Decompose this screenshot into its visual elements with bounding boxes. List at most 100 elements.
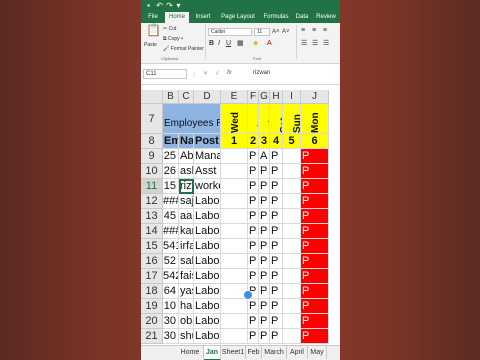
sunday-attendance-cell[interactable]: P: [301, 269, 329, 284]
attendance-cell[interactable]: P: [270, 299, 283, 314]
employee-name-cell[interactable]: aslam: [179, 164, 194, 179]
day-header-cell[interactable]: Fri: [259, 104, 270, 134]
attendance-cell[interactable]: [283, 284, 301, 299]
format-painter-button[interactable]: 🖌 Format Painter: [163, 46, 204, 52]
day-number-cell[interactable]: 4: [270, 134, 283, 149]
employee-post-cell[interactable]: Labour: [194, 269, 221, 284]
tab-insert[interactable]: Insert: [191, 12, 215, 23]
select-all-corner[interactable]: [141, 90, 163, 104]
attendance-cell[interactable]: P: [248, 149, 259, 164]
row-header[interactable]: 12: [141, 194, 163, 209]
attendance-cell[interactable]: [283, 194, 301, 209]
attendance-cell[interactable]: P: [270, 164, 283, 179]
row-header[interactable]: 19: [141, 299, 163, 314]
column-header-d[interactable]: D: [194, 90, 221, 104]
attendance-cell[interactable]: P: [270, 239, 283, 254]
attendance-cell[interactable]: P: [270, 209, 283, 224]
employee-id-cell[interactable]: 15: [163, 179, 179, 194]
employee-name-cell[interactable]: aami: [179, 209, 194, 224]
empty-cell[interactable]: [221, 269, 248, 284]
row-header[interactable]: 21: [141, 329, 163, 344]
shrink-font-icon[interactable]: A˅: [282, 28, 290, 36]
font-name-select[interactable]: Calibri: [208, 28, 252, 36]
employee-name-cell[interactable]: yasir: [179, 284, 194, 299]
name-box[interactable]: C11: [143, 69, 187, 79]
sunday-attendance-cell[interactable]: P: [301, 239, 329, 254]
row-header[interactable]: 9: [141, 149, 163, 164]
attendance-cell[interactable]: P: [248, 329, 259, 344]
sunday-attendance-cell[interactable]: P: [301, 164, 329, 179]
employee-id-cell[interactable]: 542: [163, 269, 179, 284]
sunday-attendance-cell[interactable]: P: [301, 314, 329, 329]
attendance-cell[interactable]: P: [259, 224, 270, 239]
employee-post-cell[interactable]: Labour: [194, 209, 221, 224]
attendance-cell[interactable]: P: [259, 284, 270, 299]
day-header-cell[interactable]: Mon: [301, 104, 329, 134]
sheet-tab-march[interactable]: March: [262, 346, 287, 359]
sunday-attendance-cell[interactable]: P: [301, 329, 329, 344]
sunday-attendance-cell[interactable]: P: [301, 149, 329, 164]
customize-toolbar-icon[interactable]: ▾: [174, 1, 183, 10]
align-middle-icon[interactable]: ≡: [312, 27, 316, 35]
attendance-cell[interactable]: P: [270, 224, 283, 239]
day-header-cell[interactable]: Sun: [283, 104, 301, 134]
attendance-cell[interactable]: [283, 224, 301, 239]
employee-post-cell[interactable]: Manager: [194, 149, 221, 164]
day-number-cell[interactable]: 2: [248, 134, 259, 149]
cut-button[interactable]: ✂ Cut: [163, 26, 176, 32]
formula-input[interactable]: rizwan: [253, 70, 270, 76]
font-size-select[interactable]: 11: [254, 28, 270, 36]
row-header[interactable]: 8: [141, 134, 163, 149]
tab-file[interactable]: File: [143, 12, 163, 23]
underline-icon[interactable]: U: [226, 40, 231, 48]
attendance-cell[interactable]: P: [248, 179, 259, 194]
day-number-cell[interactable]: 5: [283, 134, 301, 149]
attendance-cell[interactable]: [283, 209, 301, 224]
attendance-cell[interactable]: [283, 239, 301, 254]
row-header[interactable]: 18: [141, 284, 163, 299]
employee-post-cell[interactable]: Labour: [194, 314, 221, 329]
sunday-attendance-cell[interactable]: P: [301, 179, 329, 194]
grow-font-icon[interactable]: A˄: [272, 28, 280, 36]
attendance-cell[interactable]: P: [270, 149, 283, 164]
attendance-cell[interactable]: P: [270, 329, 283, 344]
employee-name-cell[interactable]: rizwa: [179, 179, 194, 194]
attendance-cell[interactable]: P: [270, 194, 283, 209]
attendance-cell[interactable]: P: [259, 329, 270, 344]
employee-name-cell[interactable]: hake: [179, 299, 194, 314]
sunday-attendance-cell[interactable]: P: [301, 299, 329, 314]
paste-icon[interactable]: 📋: [146, 24, 161, 36]
align-bottom-icon[interactable]: ≡: [323, 27, 327, 35]
cancel-icon[interactable]: ✕: [203, 70, 208, 77]
attendance-cell[interactable]: [283, 299, 301, 314]
day-header-cell[interactable]: Sat: [270, 104, 283, 134]
day-number-cell[interactable]: 1: [221, 134, 248, 149]
employee-id-cell[interactable]: 64: [163, 284, 179, 299]
day-number-cell[interactable]: 3: [259, 134, 270, 149]
insert-function-icon[interactable]: fx: [227, 70, 232, 76]
employee-id-cell[interactable]: ###: [163, 194, 179, 209]
attendance-cell[interactable]: [283, 329, 301, 344]
row-header[interactable]: 14: [141, 224, 163, 239]
employee-post-cell[interactable]: Asst: [194, 164, 221, 179]
sheet-tab-home[interactable]: Home: [177, 346, 204, 359]
employee-name-cell[interactable]: obaid: [179, 314, 194, 329]
column-header-j[interactable]: J: [301, 90, 329, 104]
employee-name-cell[interactable]: shuk: [179, 329, 194, 344]
enter-icon[interactable]: ✓: [215, 70, 220, 77]
employee-name-cell[interactable]: kamr: [179, 224, 194, 239]
attendance-cell[interactable]: P: [259, 179, 270, 194]
row-header[interactable]: 11: [141, 179, 163, 194]
align-center-icon[interactable]: ☰: [312, 40, 318, 48]
column-header-i[interactable]: I: [283, 90, 301, 104]
row-header[interactable]: 16: [141, 254, 163, 269]
tab-formulas[interactable]: Formulas: [260, 12, 292, 23]
column-header-h[interactable]: H: [270, 90, 283, 104]
sheet-tab-jan[interactable]: Jan: [204, 346, 221, 360]
attendance-cell[interactable]: P: [248, 299, 259, 314]
align-left-icon[interactable]: ☰: [301, 40, 307, 48]
employee-id-cell[interactable]: ###: [163, 224, 179, 239]
employee-name-cell[interactable]: irfan: [179, 239, 194, 254]
attendance-cell[interactable]: P: [259, 254, 270, 269]
sunday-attendance-cell[interactable]: P: [301, 209, 329, 224]
